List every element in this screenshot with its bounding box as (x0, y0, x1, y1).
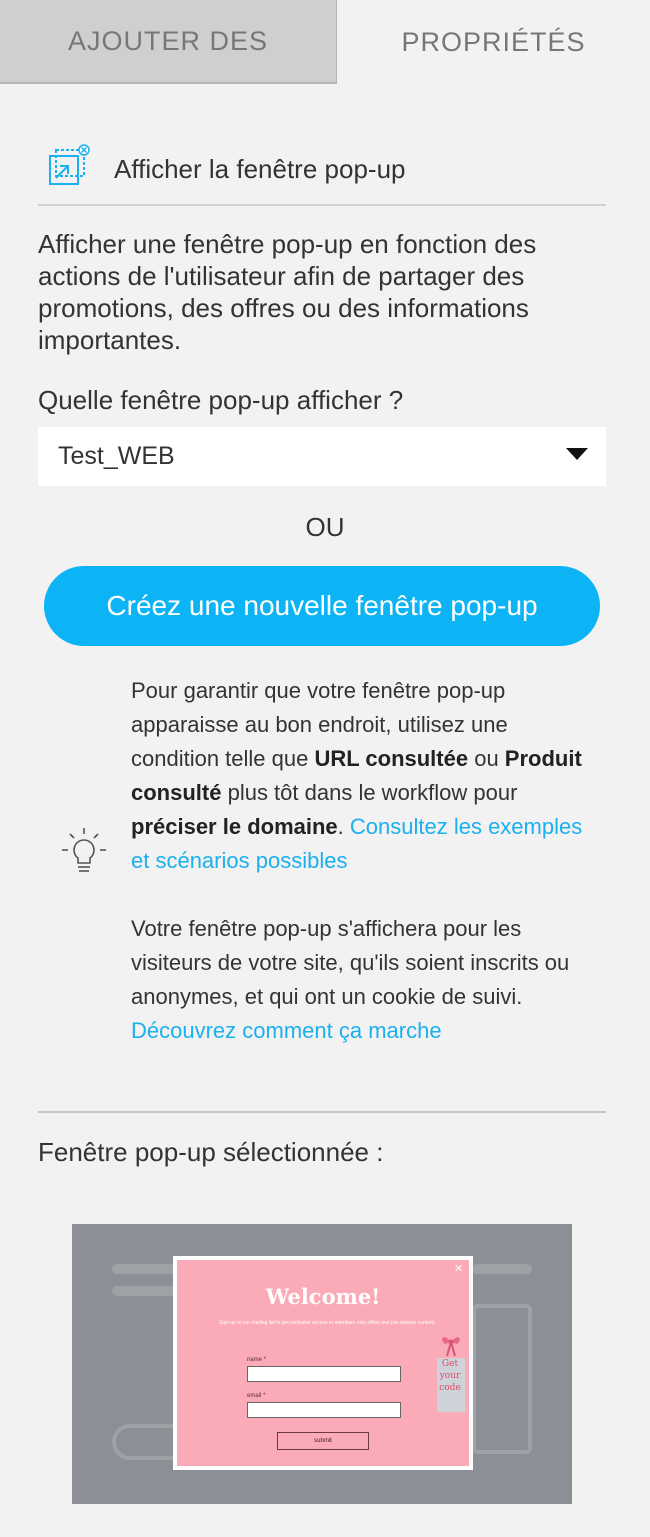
create-popup-button[interactable]: Créez une nouvelle fenêtre pop-up (44, 566, 600, 646)
lightbulb-icon (62, 828, 106, 872)
preview-bg-line (112, 1286, 182, 1296)
divider (38, 1111, 606, 1113)
preview-bg-line (472, 1264, 532, 1274)
bow-icon (442, 1337, 460, 1357)
or-separator: OU (305, 512, 345, 542)
tip-paragraph-visitors: Votre fenêtre pop-up s'affichera pour le… (131, 916, 570, 1043)
popup-select-label: Quelle fenêtre pop-up afficher ? (38, 385, 404, 415)
action-title: Afficher la fenêtre pop-up (114, 154, 406, 184)
popup-select-value: Test_WEB (58, 442, 175, 470)
tab-properties[interactable]: PROPRIÉTÉS (337, 0, 650, 84)
preview-name-field (247, 1366, 401, 1382)
gift-text: Get your code (439, 1359, 461, 1393)
preview-subtitle: Sign up to our mailing list to get exclu… (219, 1320, 436, 1326)
popup-select[interactable]: Test_WEB (38, 427, 606, 486)
tab-bar: AJOUTER DES PROPRIÉTÉS (0, 0, 650, 84)
popup-preview: × Welcome! Sign up to our mailing list t… (72, 1224, 572, 1504)
preview-email-field (247, 1402, 401, 1418)
chevron-down-icon (566, 448, 588, 460)
action-header: Afficher la fenêtre pop-up (38, 140, 606, 206)
close-icon: × (454, 1260, 463, 1277)
how-it-works-link[interactable]: Découvrez comment ça marche (131, 1018, 442, 1043)
popup-window-icon (49, 144, 90, 185)
preview-submit-button: submit (277, 1432, 369, 1450)
tab-add[interactable]: AJOUTER DES (0, 0, 337, 84)
preview-title: Welcome! (265, 1284, 381, 1309)
selected-popup-label: Fenêtre pop-up sélectionnée : (38, 1137, 384, 1167)
preview-email-label: email * (247, 1393, 266, 1399)
preview-popup: × Welcome! Sign up to our mailing list t… (173, 1256, 473, 1470)
tips-text: Pour garantir que votre fenêtre pop-up a… (131, 674, 601, 1082)
gift-tag-image: Get your code (435, 1328, 465, 1416)
preview-bg-line (472, 1304, 532, 1454)
tip-paragraph-domain: Pour garantir que votre fenêtre pop-up a… (131, 678, 583, 873)
action-description: Afficher une fenêtre pop-up en fonction … (38, 229, 537, 355)
preview-name-label: name * (247, 1357, 267, 1363)
